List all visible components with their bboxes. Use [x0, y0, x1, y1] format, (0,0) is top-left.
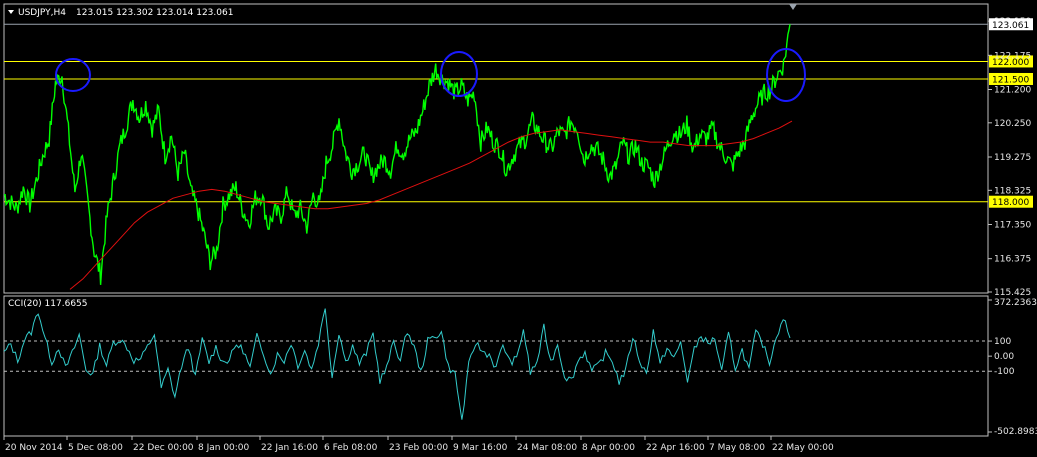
time-axis: 20 Nov 2014 5 Dec 08:00 22 Dec 00:00 8 Jan … [3, 436, 834, 453]
price-tick-label: 120.250 [994, 119, 1031, 129]
time-tick-label: 22 Dec 00:00 [133, 443, 194, 453]
price-axis: 122.000121.500118.000123.150122.175121.2… [988, 17, 1033, 298]
time-tick-label: 8 Jan 00:00 [198, 443, 250, 453]
level-price-tag: 118.000 [989, 195, 1033, 208]
time-tick-label: 7 May 08:00 [709, 443, 765, 453]
price-tick-label: 117.350 [994, 221, 1031, 231]
annotation-circle [55, 58, 91, 92]
symbol-label: USDJPY,H4 [18, 8, 66, 18]
cci-tick-label: 372.2363 [994, 298, 1037, 308]
price-plot [3, 23, 988, 290]
current-price-tag-text: 123.061 [992, 21, 1029, 31]
cci-series-line [3, 308, 791, 420]
annotation-circles [55, 48, 806, 102]
price-tick-label: 115.425 [994, 288, 1031, 298]
time-tick-label: 22 Apr 16:00 [646, 443, 705, 453]
time-tick-label: 23 Feb 00:00 [389, 443, 448, 453]
price-tick-label: 119.275 [994, 153, 1031, 163]
level-tag-text: 118.000 [992, 198, 1029, 208]
price-series-line [3, 24, 791, 285]
annotation-circle [440, 51, 478, 97]
price-tick-label: 121.200 [994, 86, 1031, 96]
cci-tick-label: 100 [994, 337, 1011, 347]
cci-tick-label: -100 [994, 367, 1015, 377]
time-tick-label: 20 Nov 2014 [5, 443, 63, 453]
time-tick-label: 9 Mar 16:00 [453, 443, 508, 453]
price-tick-label: 116.375 [994, 255, 1031, 265]
time-tick-label: 6 Feb 08:00 [324, 443, 378, 453]
moving-average-line [69, 120, 793, 290]
cci-tick-label: -502.8983 [994, 427, 1037, 437]
time-tick-label: 22 May 00:00 [772, 443, 834, 453]
price-tick-label: 122.175 [994, 51, 1031, 61]
price-tick-label: 118.325 [994, 186, 1031, 196]
current-price-tag: 123.061 [989, 18, 1033, 31]
level-price-tag: 121.500 [989, 72, 1033, 85]
dropdown-triangle-icon[interactable] [8, 10, 14, 14]
level-tag-text: 121.500 [992, 75, 1029, 85]
trading-chart[interactable]: USDJPY,H4 123.015 123.302 123.014 123.06… [0, 0, 1037, 457]
cci-axis: 372.2363 100 0.00 -100 -502.8983 [988, 298, 1037, 437]
ohlc-values: 123.015 123.302 123.014 123.061 [76, 8, 233, 18]
time-tick-label: 24 Mar 08:00 [517, 443, 577, 453]
time-tick-label: 5 Dec 08:00 [68, 443, 123, 453]
chart-header: USDJPY,H4 123.015 123.302 123.014 123.06… [8, 8, 233, 18]
cci-plot [3, 308, 988, 420]
time-tick-label: 22 Jan 16:00 [261, 443, 318, 453]
chart-shift-marker-icon[interactable] [789, 4, 797, 10]
time-tick-label: 8 Apr 00:00 [582, 443, 635, 453]
cci-tick-label: 0.00 [994, 352, 1014, 362]
indicator-label: CCI(20) 117.6655 [8, 299, 88, 309]
